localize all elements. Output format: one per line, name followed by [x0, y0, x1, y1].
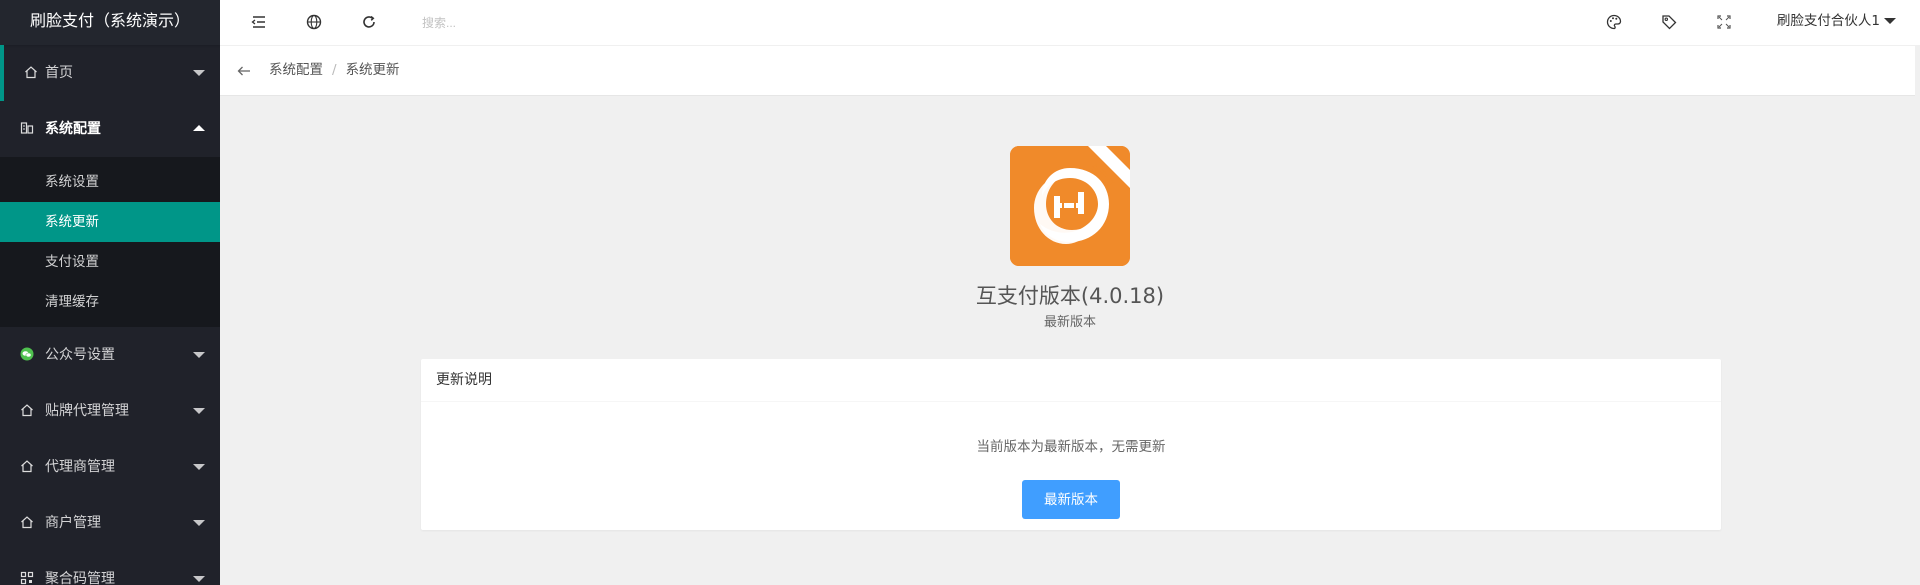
user-name: 刷脸支付合伙人1: [1776, 13, 1880, 29]
breadcrumb-item-current: 系统更新: [345, 62, 400, 78]
sidebar-item-label: 代理商管理: [45, 459, 115, 475]
logo-mark-icon: [1010, 146, 1130, 266]
back-arrow-icon[interactable]: [236, 63, 252, 79]
version-title: 互支付版本(4.0.18): [975, 284, 1165, 308]
submenu-system-config: 系统设置 系统更新 支付设置 清理缓存: [0, 157, 220, 327]
sidebar: 刷脸支付（系统演示） 首页 系统配置 系统设置 系统更新 支付设置 清理缓存 公…: [0, 0, 220, 585]
globe-icon[interactable]: [305, 13, 323, 31]
chevron-down-icon: [193, 464, 205, 470]
sidebar-item-label: 系统配置: [45, 121, 101, 137]
chevron-down-icon: [193, 576, 205, 582]
theme-palette-icon[interactable]: [1605, 13, 1623, 31]
refresh-icon[interactable]: [360, 13, 378, 31]
breadcrumb: 系统配置 / 系统更新: [269, 46, 400, 95]
version-status: 最新版本: [1043, 315, 1096, 330]
sidebar-item-label: 首页: [45, 65, 73, 81]
home-icon: [21, 460, 33, 473]
app-title: 刷脸支付（系统演示）: [0, 0, 220, 45]
sidebar-item-label: 商户管理: [45, 515, 101, 531]
app-logo: 互支付: [1010, 146, 1130, 266]
wechat-icon: [20, 347, 34, 361]
chevron-down-icon: [193, 520, 205, 526]
sidebar-subitem-system-update[interactable]: 系统更新: [0, 202, 220, 242]
update-notes-card: 更新说明 当前版本为最新版本，无需更新 最新版本: [421, 359, 1721, 530]
settings-icon: [20, 122, 34, 134]
sidebar-item-system-config[interactable]: 系统配置: [0, 101, 220, 157]
chevron-down-icon: [193, 70, 205, 76]
chevron-down-icon: [1884, 18, 1896, 24]
sidebar-item-agent[interactable]: 代理商管理: [0, 439, 220, 495]
sidebar-item-label: 聚合码管理: [45, 571, 115, 585]
sidebar-item-official-account[interactable]: 公众号设置: [0, 327, 220, 383]
page-scrollbar[interactable]: [1915, 46, 1920, 585]
home-icon: [21, 404, 33, 417]
latest-version-button[interactable]: 最新版本: [1022, 480, 1120, 519]
qrcode-icon: [20, 571, 34, 585]
chevron-down-icon: [193, 352, 205, 358]
chevron-down-icon: [193, 408, 205, 414]
chevron-up-icon: [193, 125, 205, 131]
card-title: 更新说明: [421, 359, 1721, 402]
user-menu[interactable]: 刷脸支付合伙人1: [1777, 0, 1898, 45]
sidebar-item-aggregate-code[interactable]: 聚合码管理: [0, 551, 220, 585]
sidebar-item-merchant[interactable]: 商户管理: [0, 495, 220, 551]
home-icon: [21, 516, 33, 529]
fullscreen-icon[interactable]: [1715, 13, 1733, 31]
breadcrumb-separator: /: [332, 62, 337, 78]
home-icon: [25, 66, 37, 79]
breadcrumb-bar: 系统配置 / 系统更新: [220, 46, 1920, 96]
tag-icon[interactable]: [1660, 13, 1678, 31]
sidebar-item-label: 公众号设置: [45, 347, 115, 363]
sidebar-subitem-payment-settings[interactable]: 支付设置: [0, 242, 220, 282]
sidebar-subitem-system-settings[interactable]: 系统设置: [0, 162, 220, 202]
sidebar-item-oem-agent[interactable]: 贴牌代理管理: [0, 383, 220, 439]
sidebar-item-home[interactable]: 首页: [0, 45, 220, 101]
top-header: 刷脸支付合伙人1: [220, 0, 1920, 46]
update-message: 当前版本为最新版本，无需更新: [976, 439, 1166, 455]
menu-shrink-icon[interactable]: [250, 13, 268, 31]
breadcrumb-item-system-config[interactable]: 系统配置: [269, 62, 323, 78]
search-input[interactable]: [420, 10, 624, 36]
sidebar-item-label: 贴牌代理管理: [45, 403, 129, 419]
sidebar-subitem-clear-cache[interactable]: 清理缓存: [0, 282, 220, 322]
